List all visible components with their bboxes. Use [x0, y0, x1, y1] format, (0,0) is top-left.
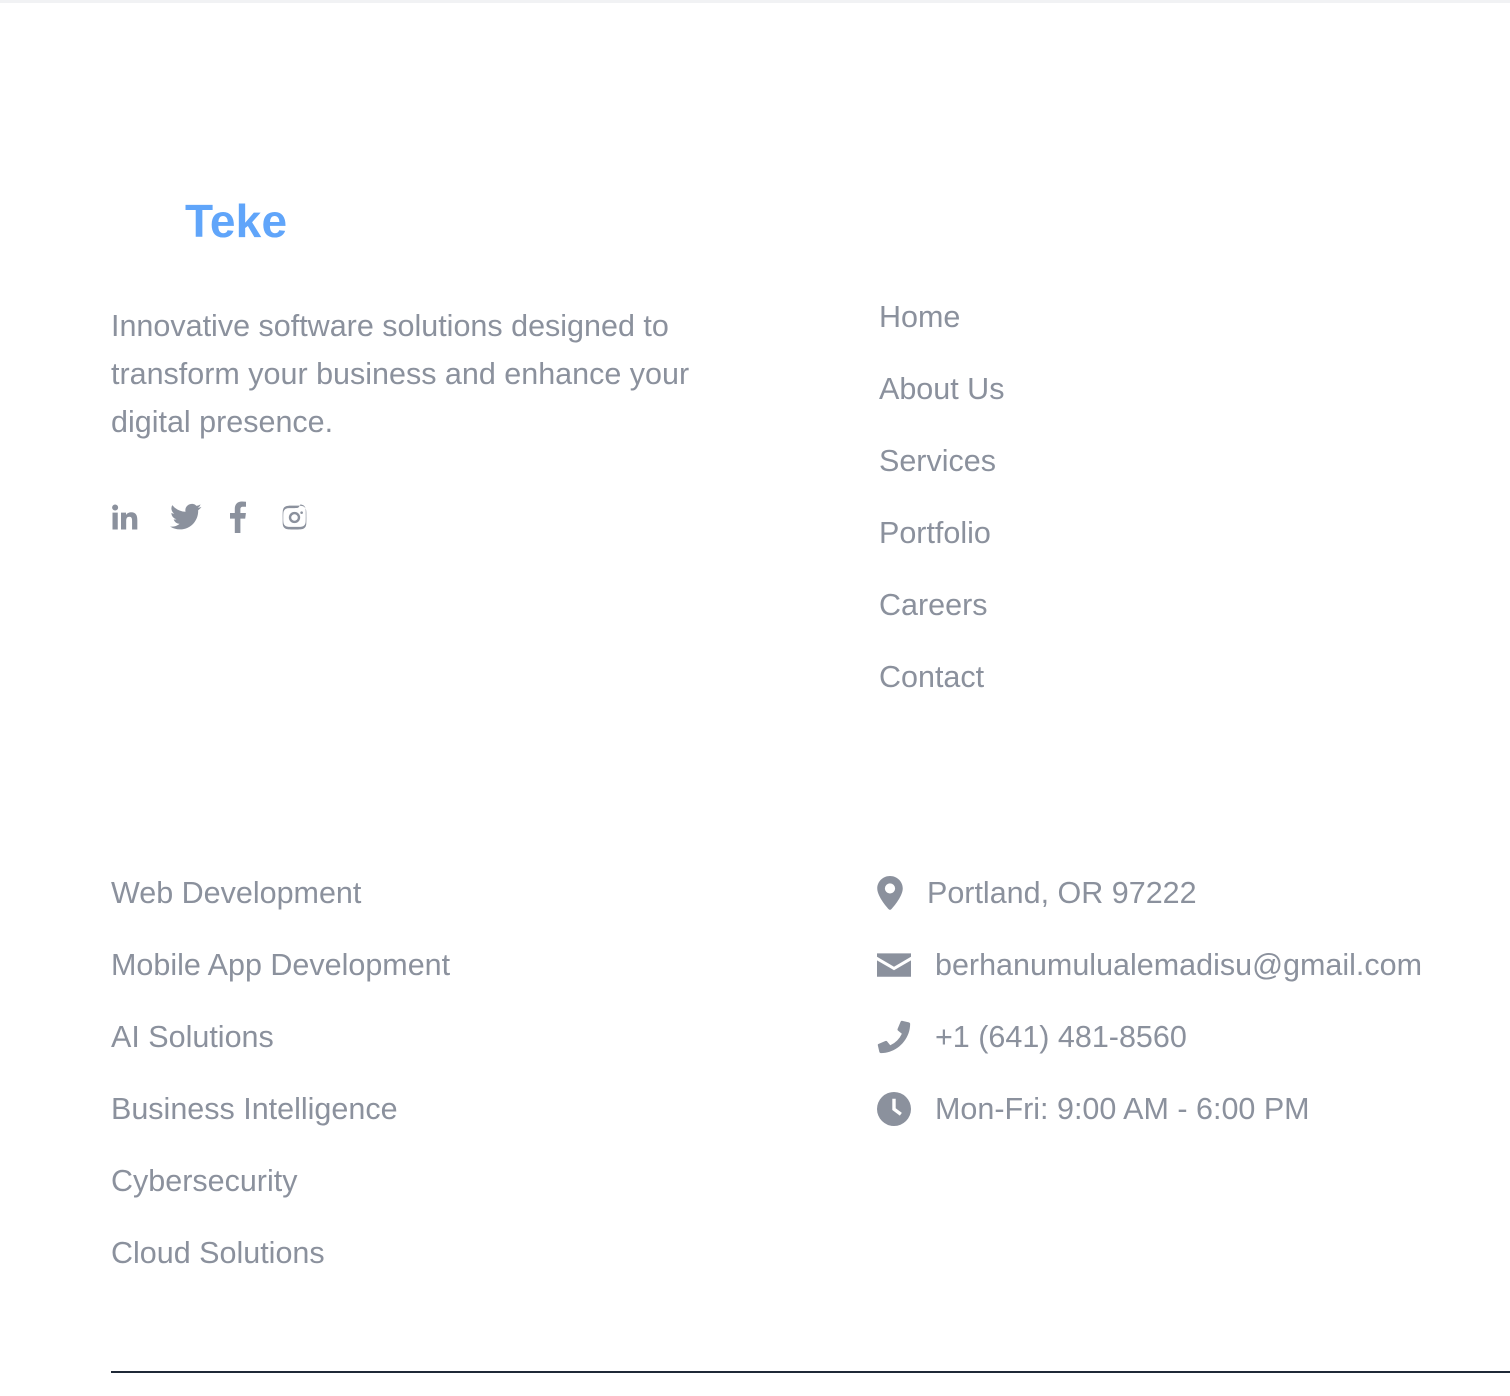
map-pin-icon — [877, 870, 927, 916]
footer-service-cybersecurity[interactable]: Cybersecurity — [111, 1158, 450, 1230]
footer-service-ai-solutions[interactable]: AI Solutions — [111, 1014, 450, 1086]
phone-icon — [877, 1014, 935, 1060]
contact-hours: Mon-Fri: 9:00 AM - 6:00 PM — [877, 1086, 1422, 1158]
social-links — [109, 497, 309, 537]
footer-service-web-development[interactable]: Web Development — [111, 870, 450, 942]
facebook-icon[interactable] — [227, 497, 249, 537]
twitter-icon[interactable] — [169, 497, 203, 537]
contact-email[interactable]: berhanumulualemadisu@gmail.com — [877, 942, 1422, 1014]
footer-contact: Portland, OR 97222 berhanumulualemadisu@… — [877, 870, 1422, 1158]
footer-divider — [111, 1371, 1510, 1373]
footer-link-home[interactable]: Home — [879, 294, 1004, 366]
footer-quick-links: Home About Us Services Portfolio Careers… — [879, 294, 1004, 726]
footer-service-business-intelligence[interactable]: Business Intelligence — [111, 1086, 450, 1158]
footer-link-about-us[interactable]: About Us — [879, 366, 1004, 438]
footer-tagline: Innovative software solutions designed t… — [111, 309, 690, 439]
footer-service-mobile-app-development[interactable]: Mobile App Development — [111, 942, 450, 1014]
clock-icon — [877, 1086, 935, 1132]
contact-address: Portland, OR 97222 — [877, 870, 1422, 942]
footer-link-portfolio[interactable]: Portfolio — [879, 510, 1004, 582]
top-divider — [0, 0, 1510, 3]
footer-service-cloud-solutions[interactable]: Cloud Solutions — [111, 1230, 450, 1302]
contact-address-text: Portland, OR 97222 — [927, 876, 1197, 910]
footer-link-careers[interactable]: Careers — [879, 582, 1004, 654]
contact-hours-text: Mon-Fri: 9:00 AM - 6:00 PM — [935, 1092, 1310, 1126]
instagram-icon[interactable] — [279, 497, 309, 537]
envelope-icon — [877, 942, 935, 988]
footer-link-contact[interactable]: Contact — [879, 654, 1004, 726]
contact-email-text[interactable]: berhanumulualemadisu@gmail.com — [935, 942, 1422, 988]
footer-brand-logo[interactable]: Teke — [185, 193, 287, 249]
contact-phone-text[interactable]: +1 (641) 481-8560 — [935, 1014, 1187, 1060]
linkedin-icon[interactable] — [109, 497, 141, 537]
footer-link-services[interactable]: Services — [879, 438, 1004, 510]
footer-services: Web Development Mobile App Development A… — [111, 870, 450, 1302]
contact-phone[interactable]: +1 (641) 481-8560 — [877, 1014, 1422, 1086]
